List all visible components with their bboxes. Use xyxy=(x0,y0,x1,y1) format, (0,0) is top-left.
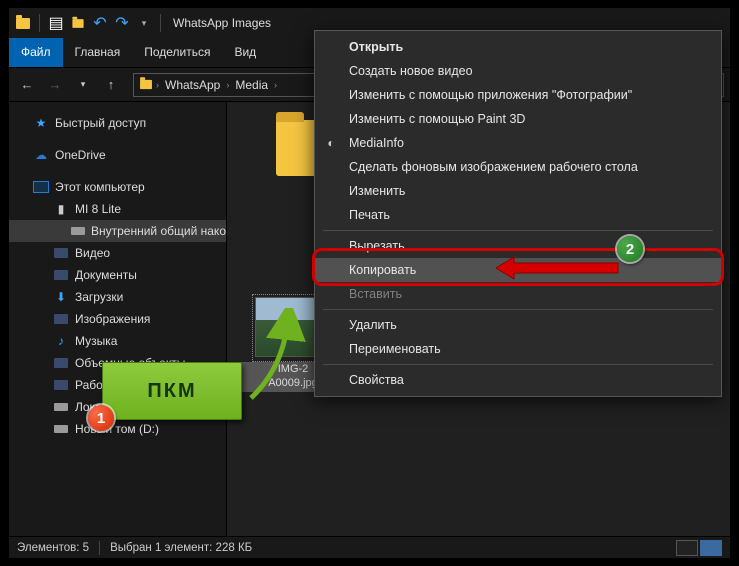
sidebar-item-label: Новый том (D:) xyxy=(75,422,159,436)
forward-button[interactable]: → xyxy=(43,73,67,97)
sidebar-item-label: Этот компьютер xyxy=(55,180,145,194)
ctx-print[interactable]: Печать xyxy=(315,203,721,227)
sidebar-item-videos[interactable]: Видео xyxy=(9,242,226,264)
window-title: WhatsApp Images xyxy=(173,16,271,30)
folder-icon xyxy=(15,15,31,31)
ctx-paste[interactable]: Вставить xyxy=(315,282,721,306)
annotation-arrow-red xyxy=(496,253,626,283)
recent-dropdown[interactable]: ▾ xyxy=(71,73,95,97)
sidebar-item-documents[interactable]: Документы xyxy=(9,264,226,286)
sidebar-item-internal-storage[interactable]: Внутренний общий накоп xyxy=(9,220,226,242)
separator xyxy=(323,230,713,231)
sidebar-item-label: Внутренний общий накоп xyxy=(91,224,227,238)
sidebar-item-onedrive[interactable]: ☁ OneDrive xyxy=(9,144,226,166)
music-icon: ♪ xyxy=(53,334,69,348)
ctx-edit-photos[interactable]: Изменить с помощью приложения "Фотографи… xyxy=(315,83,721,107)
annotation-step-1: 1 xyxy=(88,405,114,431)
separator xyxy=(160,14,161,32)
ctx-rename[interactable]: Переименовать xyxy=(315,337,721,361)
sidebar-item-label: Изображения xyxy=(75,312,150,326)
chevron-right-icon[interactable]: › xyxy=(156,80,159,90)
mediainfo-icon: ◐ xyxy=(323,136,339,150)
sidebar-item-quick-access[interactable]: ★ Быстрый доступ xyxy=(9,112,226,134)
back-button[interactable]: ← xyxy=(15,73,39,97)
download-icon: ⬇ xyxy=(53,290,69,304)
ctx-edit[interactable]: Изменить xyxy=(315,179,721,203)
separator xyxy=(39,14,40,32)
folder-icon xyxy=(53,312,69,326)
tab-share[interactable]: Поделиться xyxy=(132,38,222,67)
view-details-button[interactable] xyxy=(676,540,698,556)
folder-icon xyxy=(138,77,154,93)
sidebar-item-label: Загрузки xyxy=(75,290,123,304)
separator xyxy=(323,364,713,365)
context-menu: Открыть Создать новое видео Изменить с п… xyxy=(314,30,722,397)
status-bar: Элементов: 5 Выбран 1 элемент: 228 КБ xyxy=(9,536,730,558)
phone-icon: ▮ xyxy=(53,202,69,216)
drive-icon xyxy=(53,400,69,414)
properties-quick-icon[interactable]: ▤ xyxy=(48,15,64,31)
chevron-right-icon[interactable]: › xyxy=(226,80,229,90)
pc-icon xyxy=(33,180,49,194)
star-icon: ★ xyxy=(33,116,49,130)
folder-icon xyxy=(53,378,69,392)
status-item-count: Элементов: 5 xyxy=(17,542,89,554)
navigation-pane: ★ Быстрый доступ ☁ OneDrive Этот компьютер… xyxy=(9,102,227,536)
breadcrumb-segment[interactable]: Media xyxy=(231,78,272,92)
sidebar-item-label: Видео xyxy=(75,246,110,260)
folder-icon xyxy=(53,246,69,260)
ctx-open[interactable]: Открыть xyxy=(315,35,721,59)
new-folder-quick-icon[interactable] xyxy=(70,15,86,31)
sidebar-item-label: Документы xyxy=(75,268,137,282)
folder-icon xyxy=(53,268,69,282)
ctx-delete[interactable]: Удалить xyxy=(315,313,721,337)
view-thumbnails-button[interactable] xyxy=(700,540,722,556)
ctx-new-video[interactable]: Создать новое видео xyxy=(315,59,721,83)
sidebar-item-downloads[interactable]: ⬇ Загрузки xyxy=(9,286,226,308)
tab-file[interactable]: Файл xyxy=(9,38,63,67)
ctx-mediainfo[interactable]: ◐MediaInfo xyxy=(315,131,721,155)
status-selection: Выбран 1 элемент: 228 КБ xyxy=(110,542,252,554)
window-inner: ▤ ↶ ↷ ▾ WhatsApp Images Файл Главная Под… xyxy=(9,8,730,558)
sidebar-item-d-drive[interactable]: Новый том (D:) xyxy=(9,418,226,440)
sidebar-item-device[interactable]: ▮ MI 8 Lite xyxy=(9,198,226,220)
ctx-wallpaper[interactable]: Сделать фоновым изображением рабочего ст… xyxy=(315,155,721,179)
drive-icon xyxy=(53,422,69,436)
sidebar-item-this-pc[interactable]: Этот компьютер xyxy=(9,176,226,198)
sidebar-item-label: OneDrive xyxy=(55,148,106,162)
sidebar-item-music[interactable]: ♪ Музыка xyxy=(9,330,226,352)
drive-icon xyxy=(71,224,85,238)
annotation-step-2: 2 xyxy=(617,236,643,262)
up-button[interactable]: ↑ xyxy=(99,73,123,97)
ctx-paint3d[interactable]: Изменить с помощью Paint 3D xyxy=(315,107,721,131)
undo-quick-icon[interactable]: ↶ xyxy=(92,15,108,31)
tab-view[interactable]: Вид xyxy=(222,38,268,67)
separator xyxy=(323,309,713,310)
redo-quick-icon[interactable]: ↷ xyxy=(114,15,130,31)
sidebar-item-label: MI 8 Lite xyxy=(75,202,121,216)
sidebar-item-label: Быстрый доступ xyxy=(55,116,146,130)
folder-icon xyxy=(53,356,69,370)
annotation-arrow-green xyxy=(233,308,313,418)
separator xyxy=(99,541,100,555)
explorer-window: ▤ ↶ ↷ ▾ WhatsApp Images Файл Главная Под… xyxy=(0,0,739,566)
tab-home[interactable]: Главная xyxy=(63,38,133,67)
cloud-icon: ☁ xyxy=(33,148,49,162)
view-switcher xyxy=(676,540,722,556)
sidebar-item-label: Музыка xyxy=(75,334,117,348)
breadcrumb-segment[interactable]: WhatsApp xyxy=(161,78,224,92)
chevron-right-icon[interactable]: › xyxy=(274,80,277,90)
qat-dropdown-icon[interactable]: ▾ xyxy=(136,15,152,31)
ctx-properties[interactable]: Свойства xyxy=(315,368,721,392)
sidebar-item-images[interactable]: Изображения xyxy=(9,308,226,330)
annotation-label-rmb: ПКМ xyxy=(102,362,242,420)
